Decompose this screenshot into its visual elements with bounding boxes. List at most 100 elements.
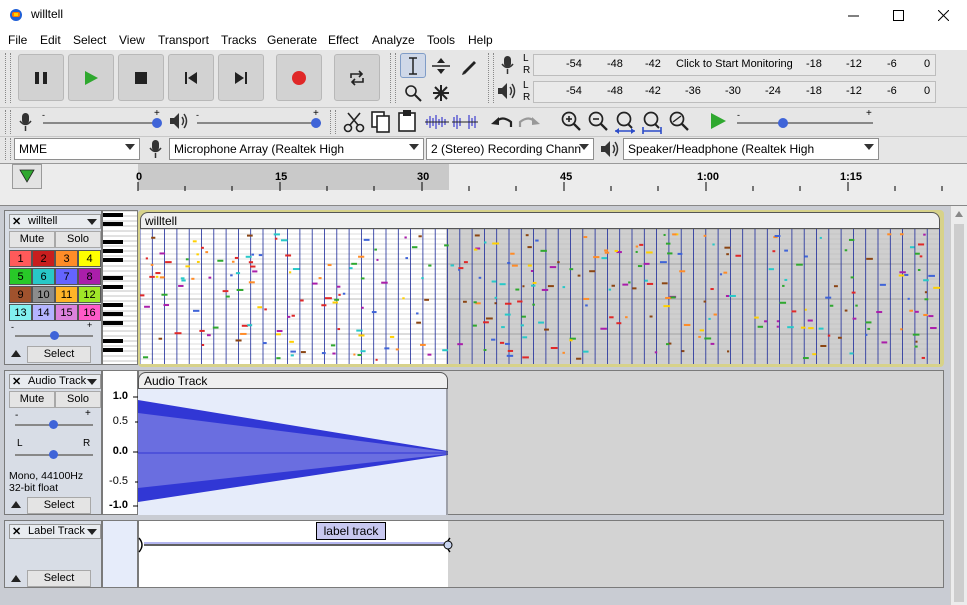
midi-channel-button[interactable]: 3 xyxy=(55,250,78,267)
recording-device-select[interactable]: Microphone Array (Realtek High xyxy=(169,138,424,160)
play-at-speed-icon[interactable] xyxy=(708,111,728,131)
playback-meter-icon[interactable] xyxy=(496,81,518,101)
midi-channel-button[interactable]: 11 xyxy=(55,286,78,303)
playback-device-select[interactable]: Speaker/Headphone (Realtek High xyxy=(623,138,879,160)
midi-channel-button[interactable]: 8 xyxy=(78,268,101,285)
menu-file[interactable]: File xyxy=(8,33,27,47)
skip-to-start-button[interactable] xyxy=(168,54,214,101)
pause-button[interactable] xyxy=(18,54,64,101)
click-to-start-monitoring[interactable]: Click to Start Monitoring xyxy=(676,58,793,70)
transport-grip[interactable] xyxy=(5,53,11,103)
midi-mute-button[interactable]: Mute xyxy=(9,231,55,248)
menu-help[interactable]: Help xyxy=(468,33,493,47)
playback-speed-slider[interactable] xyxy=(737,122,873,124)
midi-select-button[interactable]: Select xyxy=(27,346,91,363)
mixer-grip[interactable] xyxy=(5,110,11,134)
device-grip[interactable] xyxy=(5,138,11,160)
menu-generate[interactable]: Generate xyxy=(267,33,317,47)
label-select-button[interactable]: Select xyxy=(27,570,91,587)
pan-slider-thumb[interactable] xyxy=(49,450,58,459)
midi-solo-button[interactable]: Solo xyxy=(55,231,101,248)
playback-speed-thumb[interactable] xyxy=(778,118,788,128)
midi-channel-button[interactable]: 6 xyxy=(32,268,55,285)
menu-effect[interactable]: Effect xyxy=(328,33,358,47)
close-icon[interactable]: ✕ xyxy=(12,525,21,538)
midi-channel-button[interactable]: 7 xyxy=(55,268,78,285)
minimize-button[interactable] xyxy=(830,0,876,30)
envelope-tool-button[interactable] xyxy=(428,53,454,78)
recording-channels-select[interactable]: 2 (Stereo) Recording Chann xyxy=(426,138,594,160)
edit-grip[interactable] xyxy=(330,110,336,134)
midi-channel-button[interactable]: 13 xyxy=(9,304,32,321)
midi-channel-button[interactable]: 2 xyxy=(32,250,55,267)
midi-channel-button[interactable]: 12 xyxy=(78,286,101,303)
label-text-box[interactable]: label track xyxy=(316,522,386,540)
recording-volume-thumb[interactable] xyxy=(152,118,162,128)
audio-track-name-menu[interactable]: ✕ Audio Track xyxy=(9,374,101,389)
midi-channel-button[interactable]: 14 xyxy=(32,304,55,321)
collapse-icon[interactable] xyxy=(10,574,22,584)
cut-icon[interactable] xyxy=(343,111,365,133)
midi-clip-header[interactable]: willtell xyxy=(140,212,940,229)
maximize-button[interactable] xyxy=(875,0,921,30)
playback-volume-slider[interactable] xyxy=(197,122,321,124)
audio-solo-button[interactable]: Solo xyxy=(55,391,101,408)
midi-channel-button[interactable]: 9 xyxy=(9,286,32,303)
menu-select[interactable]: Select xyxy=(73,33,106,47)
audio-vertical-ruler[interactable]: 1.0 0.5 0.0 -0.5 -1.0 xyxy=(102,370,139,515)
midi-channel-button[interactable]: 1 xyxy=(9,250,32,267)
note-canvas[interactable] xyxy=(140,229,940,364)
label-region[interactable] xyxy=(136,536,454,554)
undo-icon[interactable] xyxy=(490,112,514,132)
collapse-icon[interactable] xyxy=(10,500,22,510)
silence-audio-icon[interactable] xyxy=(452,112,478,132)
paste-icon[interactable] xyxy=(397,109,419,133)
gain-slider-thumb[interactable] xyxy=(49,420,58,429)
midi-channel-button[interactable]: 5 xyxy=(9,268,32,285)
playback-volume-thumb[interactable] xyxy=(311,118,321,128)
zoom-toggle-icon[interactable] xyxy=(668,110,690,132)
selection-tool-button[interactable] xyxy=(400,53,426,78)
redo-icon[interactable] xyxy=(517,112,541,132)
label-track-name-menu[interactable]: ✕ Label Track xyxy=(9,524,101,539)
menu-transport[interactable]: Transport xyxy=(158,33,209,47)
meter-grip[interactable] xyxy=(488,53,494,103)
audio-clip-header[interactable]: Audio Track xyxy=(138,372,448,389)
audio-host-select[interactable]: MME xyxy=(14,138,140,160)
piano-keyboard[interactable] xyxy=(102,210,138,365)
trim-audio-icon[interactable] xyxy=(425,112,449,132)
copy-icon[interactable] xyxy=(370,110,392,134)
menu-view[interactable]: View xyxy=(119,33,145,47)
audio-select-button[interactable]: Select xyxy=(27,497,91,514)
collapse-icon[interactable] xyxy=(10,349,22,359)
close-icon[interactable]: ✕ xyxy=(12,215,21,228)
tools-grip[interactable] xyxy=(390,53,396,103)
midi-channel-button[interactable]: 16 xyxy=(78,304,101,321)
menu-analyze[interactable]: Analyze xyxy=(372,33,415,47)
loop-button[interactable] xyxy=(334,54,380,101)
midi-track-name-menu[interactable]: ✕ willtell xyxy=(9,214,101,229)
scroll-up-icon[interactable] xyxy=(954,210,964,218)
menu-tracks[interactable]: Tracks xyxy=(221,33,257,47)
midi-channel-button[interactable]: 10 xyxy=(32,286,55,303)
menu-tools[interactable]: Tools xyxy=(427,33,455,47)
midi-channel-button[interactable]: 4 xyxy=(78,250,101,267)
record-meter-icon[interactable] xyxy=(498,54,518,76)
audio-waveform[interactable] xyxy=(138,389,448,515)
stop-button[interactable] xyxy=(118,54,164,101)
draw-tool-button[interactable] xyxy=(456,53,482,78)
velocity-slider-thumb[interactable] xyxy=(50,331,59,340)
recording-volume-slider[interactable] xyxy=(43,122,160,124)
midi-channel-button[interactable]: 15 xyxy=(55,304,78,321)
menu-edit[interactable]: Edit xyxy=(40,33,61,47)
fit-project-icon[interactable] xyxy=(640,110,664,134)
zoom-out-icon[interactable] xyxy=(587,110,609,132)
vertical-scrollbar-thumb[interactable] xyxy=(954,224,964,602)
audio-mute-button[interactable]: Mute xyxy=(9,391,55,408)
record-button[interactable] xyxy=(276,54,322,101)
play-button[interactable] xyxy=(68,54,114,101)
close-window-button[interactable] xyxy=(920,0,966,30)
zoom-in-icon[interactable] xyxy=(560,110,582,132)
vertical-scrollbar[interactable] xyxy=(950,206,967,605)
skip-to-end-button[interactable] xyxy=(218,54,264,101)
